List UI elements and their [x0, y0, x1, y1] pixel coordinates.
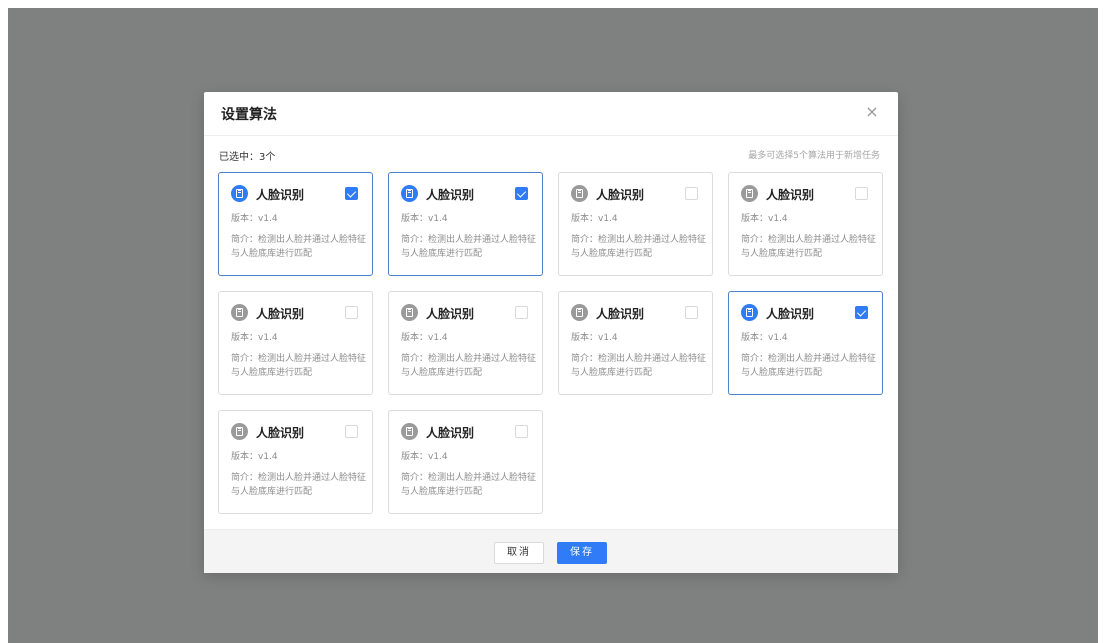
algorithm-card[interactable]: 人脸识别 版本：v1.4 简介：检测出人脸并通过人脸特征与人脸底库进行匹配 [218, 172, 373, 276]
card-version: 版本：v1.4 [231, 214, 278, 224]
algorithm-card[interactable]: 人脸识别 版本：v1.4 简介：检测出人脸并通过人脸特征与人脸底库进行匹配 [728, 291, 883, 395]
checkbox-icon[interactable] [345, 187, 358, 200]
algorithm-card[interactable]: 人脸识别 版本：v1.4 简介：检测出人脸并通过人脸特征与人脸底库进行匹配 [558, 172, 713, 276]
card-description: 简介：检测出人脸并通过人脸特征与人脸底库进行匹配 [741, 354, 877, 378]
card-title: 人脸识别 [766, 188, 815, 202]
card-title: 人脸识别 [426, 188, 475, 202]
card-description: 简介：检测出人脸并通过人脸特征与人脸底库进行匹配 [231, 235, 367, 259]
card-description: 简介：检测出人脸并通过人脸特征与人脸底库进行匹配 [571, 354, 707, 378]
checkbox-icon[interactable] [515, 425, 528, 438]
card-version: 版本：v1.4 [401, 214, 448, 224]
card-description: 简介：检测出人脸并通过人脸特征与人脸底库进行匹配 [401, 354, 537, 378]
card-title: 人脸识别 [256, 307, 305, 321]
document-icon [401, 423, 418, 440]
card-title: 人脸识别 [766, 307, 815, 321]
document-icon [741, 304, 758, 321]
card-description: 简介：检测出人脸并通过人脸特征与人脸底库进行匹配 [231, 473, 367, 497]
selection-limit-hint: 最多可选择5个算法用于新增任务 [748, 151, 880, 161]
algorithm-card[interactable]: 人脸识别 版本：v1.4 简介：检测出人脸并通过人脸特征与人脸底库进行匹配 [218, 410, 373, 514]
checkbox-icon[interactable] [685, 187, 698, 200]
card-version: 版本：v1.4 [231, 333, 278, 343]
cancel-button[interactable]: 取消 [494, 542, 544, 564]
card-title: 人脸识别 [596, 307, 645, 321]
card-description: 简介：检测出人脸并通过人脸特征与人脸底库进行匹配 [741, 235, 877, 259]
card-title: 人脸识别 [426, 307, 475, 321]
document-icon [571, 185, 588, 202]
card-version: 版本：v1.4 [231, 452, 278, 462]
algorithm-card[interactable]: 人脸识别 版本：v1.4 简介：检测出人脸并通过人脸特征与人脸底库进行匹配 [218, 291, 373, 395]
checkbox-icon[interactable] [515, 306, 528, 319]
document-icon [401, 304, 418, 321]
card-version: 版本：v1.4 [571, 214, 618, 224]
card-title: 人脸识别 [256, 188, 305, 202]
document-icon [231, 304, 248, 321]
dialog-title: 设置算法 [221, 107, 277, 123]
selected-count: 已选中：3个 [219, 152, 276, 163]
document-icon [571, 304, 588, 321]
checkbox-icon[interactable] [855, 306, 868, 319]
card-version: 版本：v1.4 [741, 333, 788, 343]
checkbox-icon[interactable] [345, 425, 358, 438]
dialog-header: 设置算法 × [204, 92, 898, 136]
close-icon[interactable]: × [862, 102, 882, 122]
card-version: 版本：v1.4 [741, 214, 788, 224]
card-description: 简介：检测出人脸并通过人脸特征与人脸底库进行匹配 [401, 473, 537, 497]
algorithm-card[interactable]: 人脸识别 版本：v1.4 简介：检测出人脸并通过人脸特征与人脸底库进行匹配 [558, 291, 713, 395]
card-title: 人脸识别 [596, 188, 645, 202]
algorithm-card[interactable]: 人脸识别 版本：v1.4 简介：检测出人脸并通过人脸特征与人脸底库进行匹配 [388, 291, 543, 395]
set-algorithm-dialog: 设置算法 × 已选中：3个 最多可选择5个算法用于新增任务 人脸识别 版本：v1… [204, 92, 898, 573]
algorithm-card[interactable]: 人脸识别 版本：v1.4 简介：检测出人脸并通过人脸特征与人脸底库进行匹配 [388, 410, 543, 514]
card-title: 人脸识别 [256, 426, 305, 440]
document-icon [401, 185, 418, 202]
algorithm-grid: 人脸识别 版本：v1.4 简介：检测出人脸并通过人脸特征与人脸底库进行匹配 人脸… [218, 172, 884, 514]
algorithm-card[interactable]: 人脸识别 版本：v1.4 简介：检测出人脸并通过人脸特征与人脸底库进行匹配 [728, 172, 883, 276]
dialog-footer: 取消 保存 [204, 529, 898, 573]
card-version: 版本：v1.4 [401, 452, 448, 462]
checkbox-icon[interactable] [855, 187, 868, 200]
checkbox-icon[interactable] [685, 306, 698, 319]
card-description: 简介：检测出人脸并通过人脸特征与人脸底库进行匹配 [571, 235, 707, 259]
checkbox-icon[interactable] [515, 187, 528, 200]
checkbox-icon[interactable] [345, 306, 358, 319]
document-icon [231, 185, 248, 202]
card-version: 版本：v1.4 [401, 333, 448, 343]
save-button[interactable]: 保存 [557, 542, 607, 564]
card-description: 简介：检测出人脸并通过人脸特征与人脸底库进行匹配 [401, 235, 537, 259]
algorithm-card[interactable]: 人脸识别 版本：v1.4 简介：检测出人脸并通过人脸特征与人脸底库进行匹配 [388, 172, 543, 276]
document-icon [231, 423, 248, 440]
card-version: 版本：v1.4 [571, 333, 618, 343]
document-icon [741, 185, 758, 202]
card-title: 人脸识别 [426, 426, 475, 440]
card-description: 简介：检测出人脸并通过人脸特征与人脸底库进行匹配 [231, 354, 367, 378]
